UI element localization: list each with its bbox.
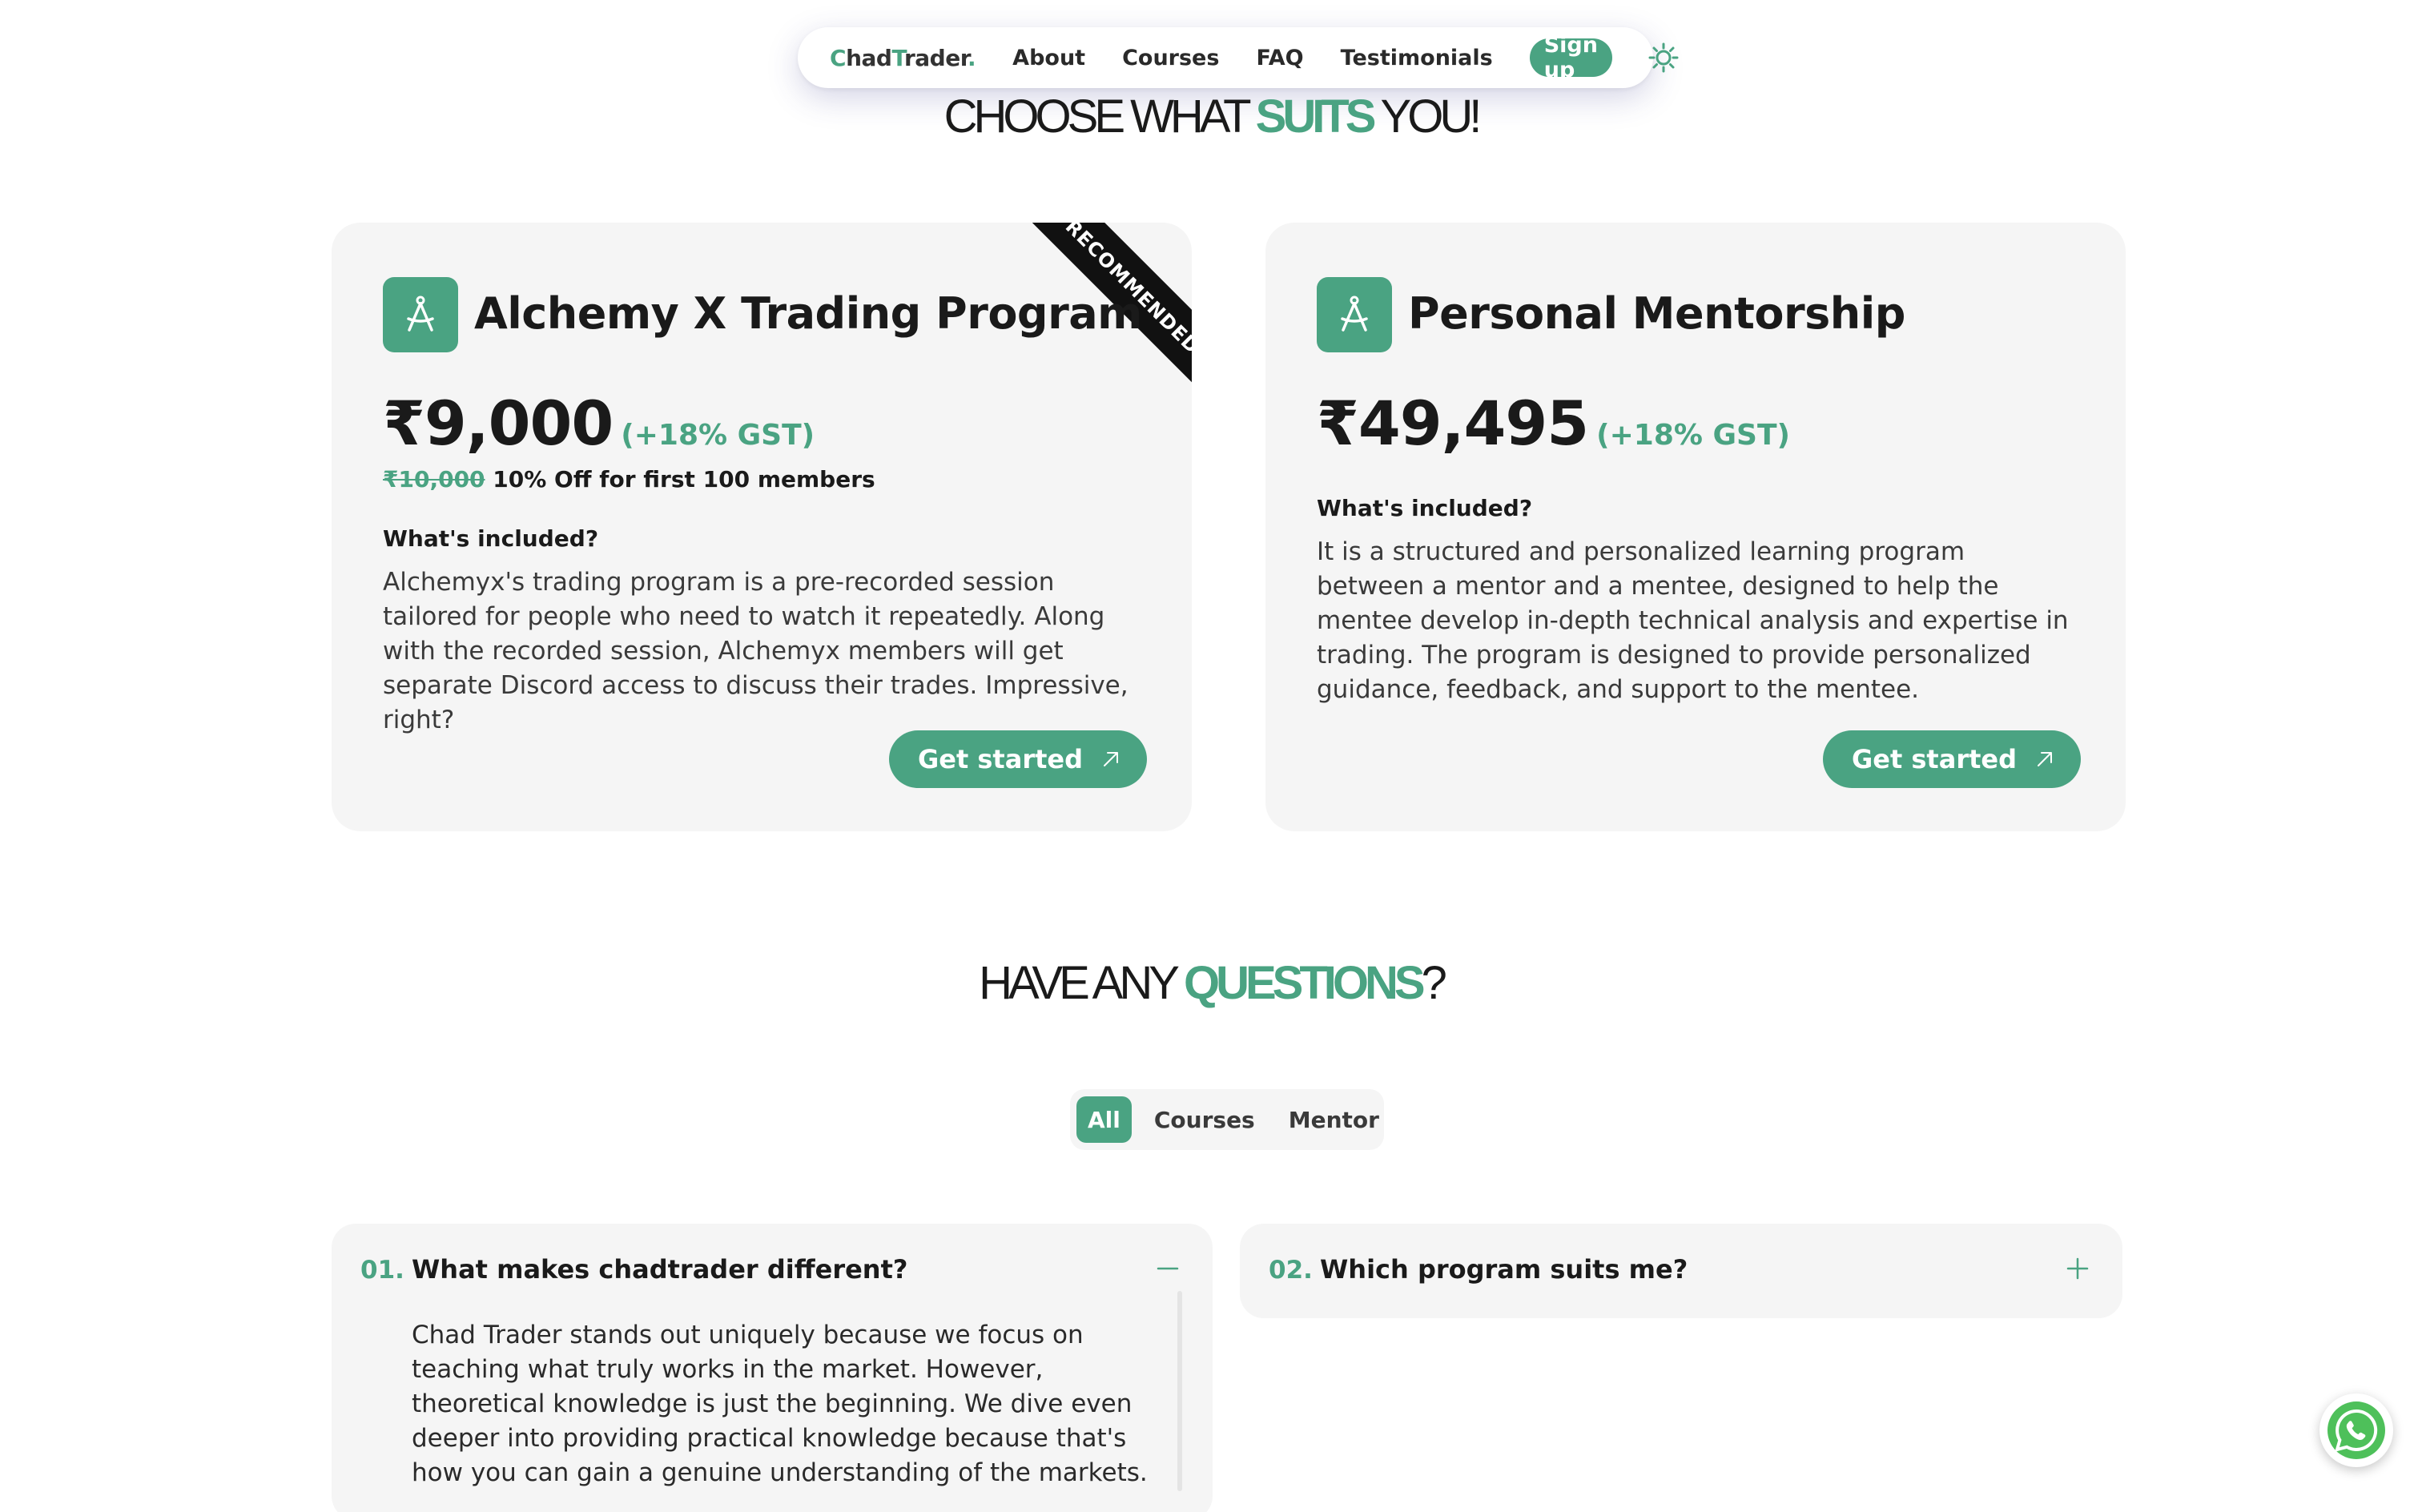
tab-mentor[interactable]: Mentor [1277, 1096, 1390, 1143]
signup-button[interactable]: Sign up [1529, 33, 1612, 82]
card-description: It is a structured and personalized lear… [1317, 537, 2069, 704]
faq-item[interactable]: 01. What makes chadtrader different? Cha… [332, 1224, 1213, 1512]
answer-scrollbar[interactable] [1177, 1291, 1182, 1491]
logo-text-rader: rader [903, 44, 968, 71]
card-description: Alchemyx's trading program is a pre-reco… [383, 568, 1129, 734]
top-navbar: ChadTrader. About Courses FAQ Testimonia… [798, 27, 1679, 88]
nav-link-faq[interactable]: FAQ [1256, 46, 1303, 70]
faq-question: What makes chadtrader different? [412, 1254, 908, 1285]
cta-label: Get started [917, 744, 1083, 774]
plus-icon[interactable] [2062, 1253, 2094, 1285]
price-row: ₹49,495 (+18% GST) [1317, 388, 1790, 459]
get-started-button[interactable]: Get started [1822, 730, 2081, 788]
sun-icon[interactable] [1648, 42, 1680, 74]
card-title: Personal Mentorship [1408, 288, 1905, 339]
tab-courses[interactable]: Courses [1143, 1096, 1266, 1143]
card-title: Alchemy X Trading Program [474, 288, 1142, 339]
included-label: What's included? [1317, 495, 1533, 521]
arrow-up-right-icon [1104, 752, 1118, 766]
price: ₹49,495 [1317, 388, 1589, 459]
tab-all[interactable]: All [1076, 1096, 1132, 1143]
logo-letter-t: T [891, 44, 904, 71]
original-price: ₹10,000 [383, 466, 485, 493]
faq-heading: HAVE ANY QUESTIONS? [0, 956, 2422, 1010]
gst-note: (+18% GST) [1596, 419, 1790, 452]
logo[interactable]: ChadTrader. [830, 45, 976, 71]
faq-answer: Chad Trader stands out uniquely because … [412, 1321, 1148, 1487]
logo-dot: . [968, 44, 976, 71]
included-label: What's included? [383, 525, 599, 552]
discount-text: 10% Off for first 100 members [493, 466, 875, 493]
logo-letter-c: C [830, 44, 847, 71]
whatsapp-icon[interactable] [2319, 1393, 2393, 1467]
discount-row: ₹10,000 10% Off for first 100 members [383, 466, 875, 493]
pricing-heading-post: YOU! [1372, 90, 1483, 143]
cta-label: Get started [1851, 744, 2017, 774]
compass-icon [1317, 277, 1392, 352]
arrow-up-right-icon [2038, 752, 2052, 766]
logo-text-had: had [846, 44, 892, 71]
pricing-card-alchemy: RECOMMENDED Alchemy X Trading Program ₹9… [332, 223, 1192, 831]
pricing-heading-accent: SUITS [1255, 90, 1377, 143]
nav-link-about[interactable]: About [1012, 46, 1085, 70]
nav-link-courses[interactable]: Courses [1122, 46, 1219, 70]
faq-filter-tabs: All Courses Mentor [1070, 1089, 1384, 1150]
faq-heading-accent: QUESTIONS [1184, 957, 1426, 1009]
faq-number: 01. [360, 1256, 404, 1285]
nav-link-testimonials[interactable]: Testimonials [1341, 46, 1493, 70]
pricing-heading-pre: CHOOSE WHAT [943, 90, 1256, 143]
pricing-heading: CHOOSE WHAT SUITS YOU! [0, 90, 2422, 143]
get-started-button[interactable]: Get started [888, 730, 1147, 788]
pricing-card-mentorship: Personal Mentorship ₹49,495 (+18% GST) W… [1265, 223, 2126, 831]
compass-icon [383, 277, 458, 352]
faq-heading-post: ? [1421, 957, 1447, 1009]
minus-icon[interactable] [1152, 1253, 1184, 1285]
price: ₹9,000 [383, 388, 614, 459]
price-row: ₹9,000 (+18% GST) [383, 388, 815, 459]
gst-note: (+18% GST) [621, 419, 815, 452]
faq-heading-pre: HAVE ANY [979, 957, 1184, 1009]
faq-number: 02. [1269, 1256, 1313, 1285]
faq-question: Which program suits me? [1320, 1254, 1688, 1285]
faq-item[interactable]: 02. Which program suits me? [1240, 1224, 2122, 1318]
